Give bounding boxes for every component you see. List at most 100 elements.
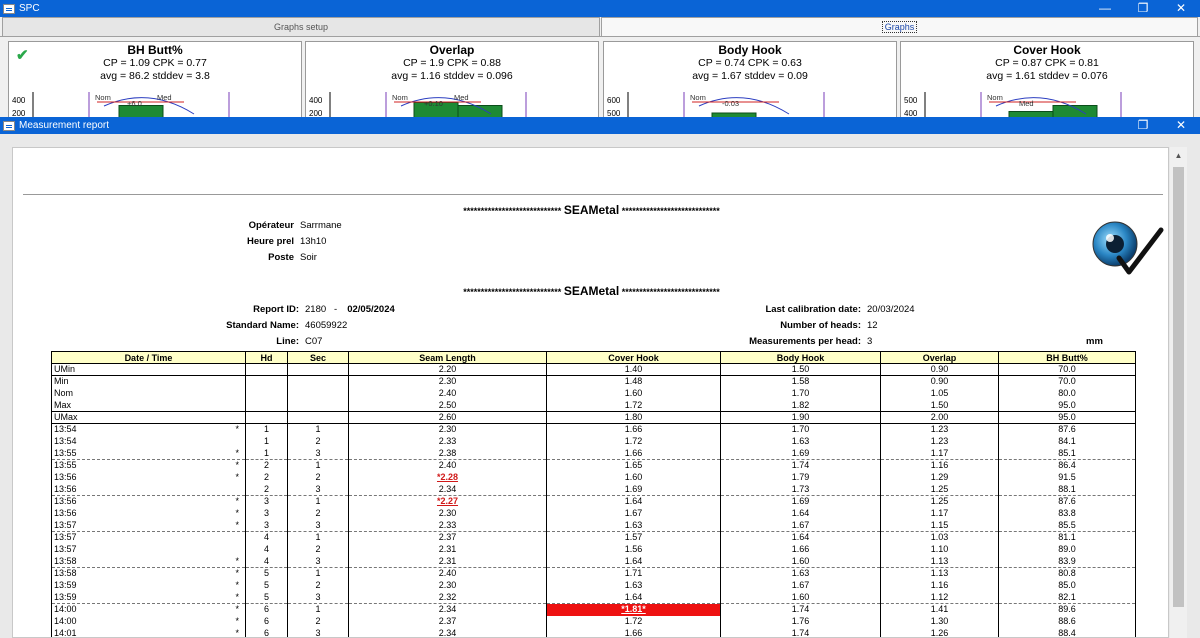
hd-cell: 1 <box>245 447 288 460</box>
table-row[interactable]: 14:00 * 6 2 2.37 1.72 1.76 1.30 88.6 <box>51 615 1136 628</box>
sec-cell: 2 <box>287 471 349 484</box>
hd-cell <box>245 387 288 400</box>
flag-star: * <box>235 519 239 530</box>
limit-row: UMax 2.60 1.80 1.90 2.00 95.0 <box>51 411 1136 424</box>
bh-cell: 84.1 <box>998 435 1136 448</box>
seam-cell: 2.33 <box>348 519 547 532</box>
restore-button[interactable]: ❐ <box>1124 0 1162 17</box>
time-cell: 13:58 * <box>51 555 246 568</box>
seam-cell: 2.32 <box>348 591 547 604</box>
table-row[interactable]: 13:55 * 2 1 2.40 1.65 1.74 1.16 86.4 <box>51 459 1136 472</box>
cover-cell: 1.66 <box>546 423 721 436</box>
y-tick-label: 600 <box>607 96 621 105</box>
operator-field: Opérateur Sarrmane <box>198 220 342 231</box>
table-row[interactable]: 13:55 * 1 3 2.38 1.66 1.69 1.17 85.1 <box>51 447 1136 460</box>
limit-value: 1.80 <box>546 411 721 424</box>
table-row[interactable]: 13:57 4 2 2.31 1.56 1.66 1.10 89.0 <box>51 543 1136 556</box>
flag-star: * <box>235 472 239 482</box>
field-key: Measurements per head: <box>749 336 861 347</box>
hd-cell: 4 <box>245 531 288 544</box>
table-row[interactable]: 13:56 2 3 2.34 1.69 1.73 1.25 88.1 <box>51 483 1136 496</box>
minimize-button[interactable]: — <box>1086 0 1124 17</box>
table-row[interactable]: 13:56 * 3 1 *2.27 1.64 1.69 1.25 87.6 <box>51 495 1136 508</box>
overlap-cell: 1.30 <box>880 615 999 628</box>
tab-graphs[interactable]: Graphs <box>601 17 1198 36</box>
report-window-titlebar[interactable]: Measurement report ❐ ✕ <box>0 117 1200 134</box>
y-tick-label: 400 <box>309 96 323 105</box>
time-text: 13:57 <box>54 532 77 543</box>
limit-label: Min <box>51 375 246 388</box>
scroll-thumb[interactable] <box>1173 167 1184 607</box>
chart-annotation: Nom <box>95 93 111 102</box>
table-row[interactable]: 13:56 * 2 2 *2.28 1.60 1.79 1.29 91.5 <box>51 471 1136 484</box>
limit-value: 70.0 <box>998 363 1136 376</box>
body-cell: 1.74 <box>720 603 881 616</box>
table-row[interactable]: 13:59 * 5 2 2.30 1.63 1.67 1.16 85.0 <box>51 579 1136 592</box>
eye-check-logo <box>1092 221 1164 275</box>
table-row[interactable]: 14:00 * 6 1 2.34 *1.81* 1.74 1.41 89.6 <box>51 603 1136 616</box>
hd-cell: 5 <box>245 591 288 604</box>
sec-cell: 1 <box>287 459 349 472</box>
y-tick-label: 400 <box>12 96 26 105</box>
bh-cell: 83.9 <box>998 555 1136 568</box>
body-cell: 1.69 <box>720 447 881 460</box>
time-text: 13:55 <box>54 460 77 471</box>
limit-value: 1.48 <box>546 375 721 388</box>
overlap-cell: 1.13 <box>880 567 999 580</box>
brand-banner-second: **************************** SEAMetal **… <box>13 284 1168 298</box>
measurement-table: Date / Time Hd Sec Seam Length Cover Hook Bod… <box>51 351 1136 637</box>
spc-window-titlebar[interactable]: SPC — ❐ ✕ <box>0 0 1200 17</box>
hd-cell: 5 <box>245 579 288 592</box>
report-page: **************************** SEAMetal **… <box>12 147 1169 638</box>
body-cell: 1.69 <box>720 495 881 508</box>
table-row[interactable]: 14:01 * 6 3 2.34 1.66 1.74 1.26 88.4 <box>51 627 1136 637</box>
column-header: Sec <box>287 351 349 364</box>
time-cell: 13:54 <box>51 435 246 448</box>
table-row[interactable]: 13:57 * 3 3 2.33 1.63 1.67 1.15 85.5 <box>51 519 1136 532</box>
cover-cell: 1.63 <box>546 579 721 592</box>
panel-cp-line: CP = 0.74 CPK = 0.63 <box>698 57 802 69</box>
time-text: 13:57 <box>54 544 77 554</box>
field-value: 20/03/2024 <box>867 304 915 315</box>
table-row[interactable]: 13:57 4 1 2.37 1.57 1.64 1.03 81.1 <box>51 531 1136 544</box>
table-row[interactable]: 13:59 * 5 3 2.32 1.64 1.60 1.12 82.1 <box>51 591 1136 604</box>
time-cell: 14:00 * <box>51 615 246 628</box>
panel-title: BH Butt% <box>127 43 183 57</box>
table-row[interactable]: 13:58 * 4 3 2.31 1.64 1.60 1.13 83.9 <box>51 555 1136 568</box>
close-button[interactable]: ✕ <box>1162 0 1200 17</box>
table-row[interactable]: 13:56 * 3 2 2.30 1.67 1.64 1.17 83.8 <box>51 507 1136 520</box>
cover-cell: 1.72 <box>546 615 721 628</box>
flag-star: * <box>235 424 239 435</box>
table-row[interactable]: 13:58 * 5 1 2.40 1.71 1.63 1.13 80.8 <box>51 567 1136 580</box>
bh-cell: 86.4 <box>998 459 1136 472</box>
limit-row: Max 2.50 1.72 1.82 1.50 95.0 <box>51 399 1136 412</box>
report-scrollbar[interactable]: ▲ <box>1170 147 1187 638</box>
y-tick-label: 500 <box>904 96 918 105</box>
cover-cell: *1.81* <box>546 603 721 616</box>
limit-row: Min 2.30 1.48 1.58 0.90 70.0 <box>51 375 1136 388</box>
report-field: Measurements per head: 3 <box>713 336 872 347</box>
overlap-cell: 1.26 <box>880 627 999 637</box>
report-close-button[interactable]: ✕ <box>1162 117 1200 134</box>
banner-stars-right-2: **************************** <box>621 287 720 297</box>
sec-cell: 3 <box>287 627 349 637</box>
report-restore-button[interactable]: ❐ <box>1124 117 1162 134</box>
table-row[interactable]: 13:54 * 1 1 2.30 1.66 1.70 1.23 87.6 <box>51 423 1136 436</box>
scroll-up-icon[interactable]: ▲ <box>1170 147 1187 164</box>
hd-cell <box>245 375 288 388</box>
operator-field: Poste Soir <box>198 252 317 263</box>
limit-value: 1.50 <box>880 399 999 412</box>
table-row[interactable]: 13:54 1 2 2.33 1.72 1.63 1.23 84.1 <box>51 435 1136 448</box>
report-field: Number of heads: 12 <box>713 320 877 331</box>
bh-cell: 88.1 <box>998 483 1136 496</box>
tab-graphs-setup[interactable]: Graphs setup <box>2 17 600 36</box>
column-header: Body Hook <box>720 351 881 364</box>
unit-label: mm <box>1086 336 1103 347</box>
field-key: Line: <box>276 336 299 347</box>
sec-cell: 1 <box>287 495 349 508</box>
field-value: Sarrmane <box>300 220 342 231</box>
overlap-cell: 1.12 <box>880 591 999 604</box>
sec-cell: 3 <box>287 591 349 604</box>
spc-graphs-area: ✔ BH Butt% CP = 1.09 CPK = 0.77 avg = 86.2 … <box>0 37 1200 121</box>
limit-value: 0.90 <box>880 375 999 388</box>
